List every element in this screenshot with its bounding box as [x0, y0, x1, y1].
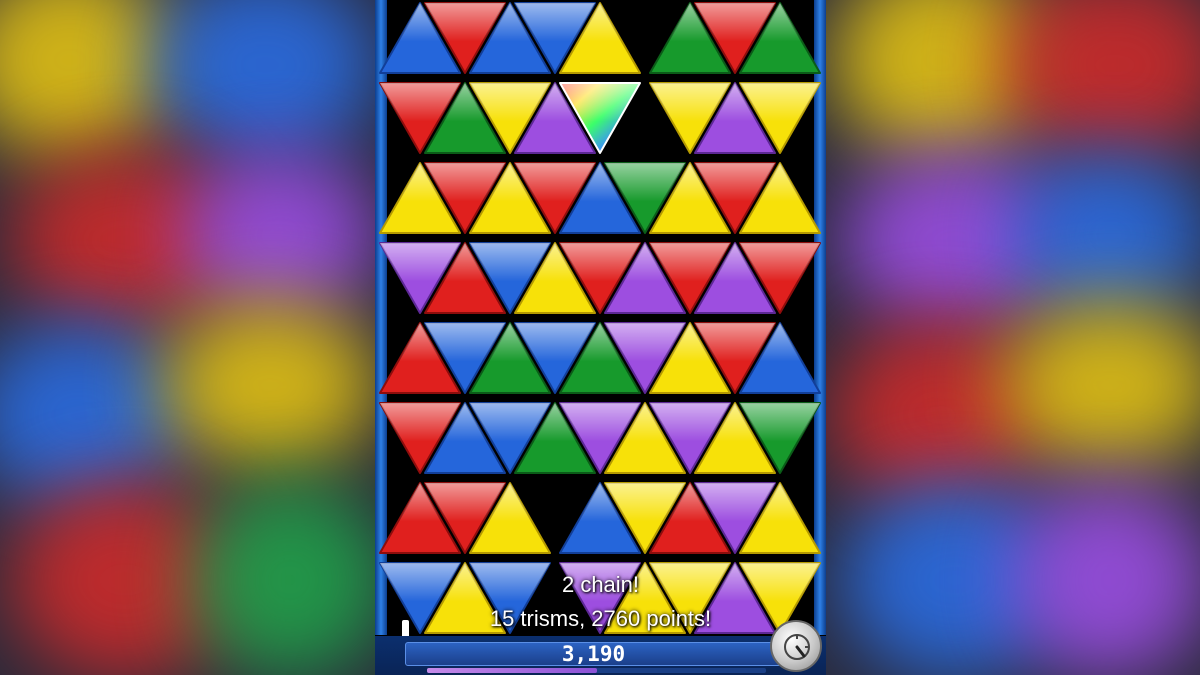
chain-text: 2 chain!	[561, 572, 640, 597]
game-screen: 2 chain! 15 trisms, 2760 points! 3,190	[375, 0, 826, 675]
progress-fill	[427, 668, 597, 673]
timer-dial-icon[interactable]	[770, 620, 822, 672]
score-value: 3,190	[561, 642, 626, 666]
triangle-board	[379, 2, 821, 634]
points-text: 15 trisms, 2760 points!	[489, 606, 712, 631]
score-hud: 3,190	[375, 636, 826, 675]
score-panel: 3,190	[405, 642, 782, 666]
chain-message: 2 chain! 15 trisms, 2760 points!	[375, 568, 826, 636]
progress-track	[427, 668, 766, 673]
